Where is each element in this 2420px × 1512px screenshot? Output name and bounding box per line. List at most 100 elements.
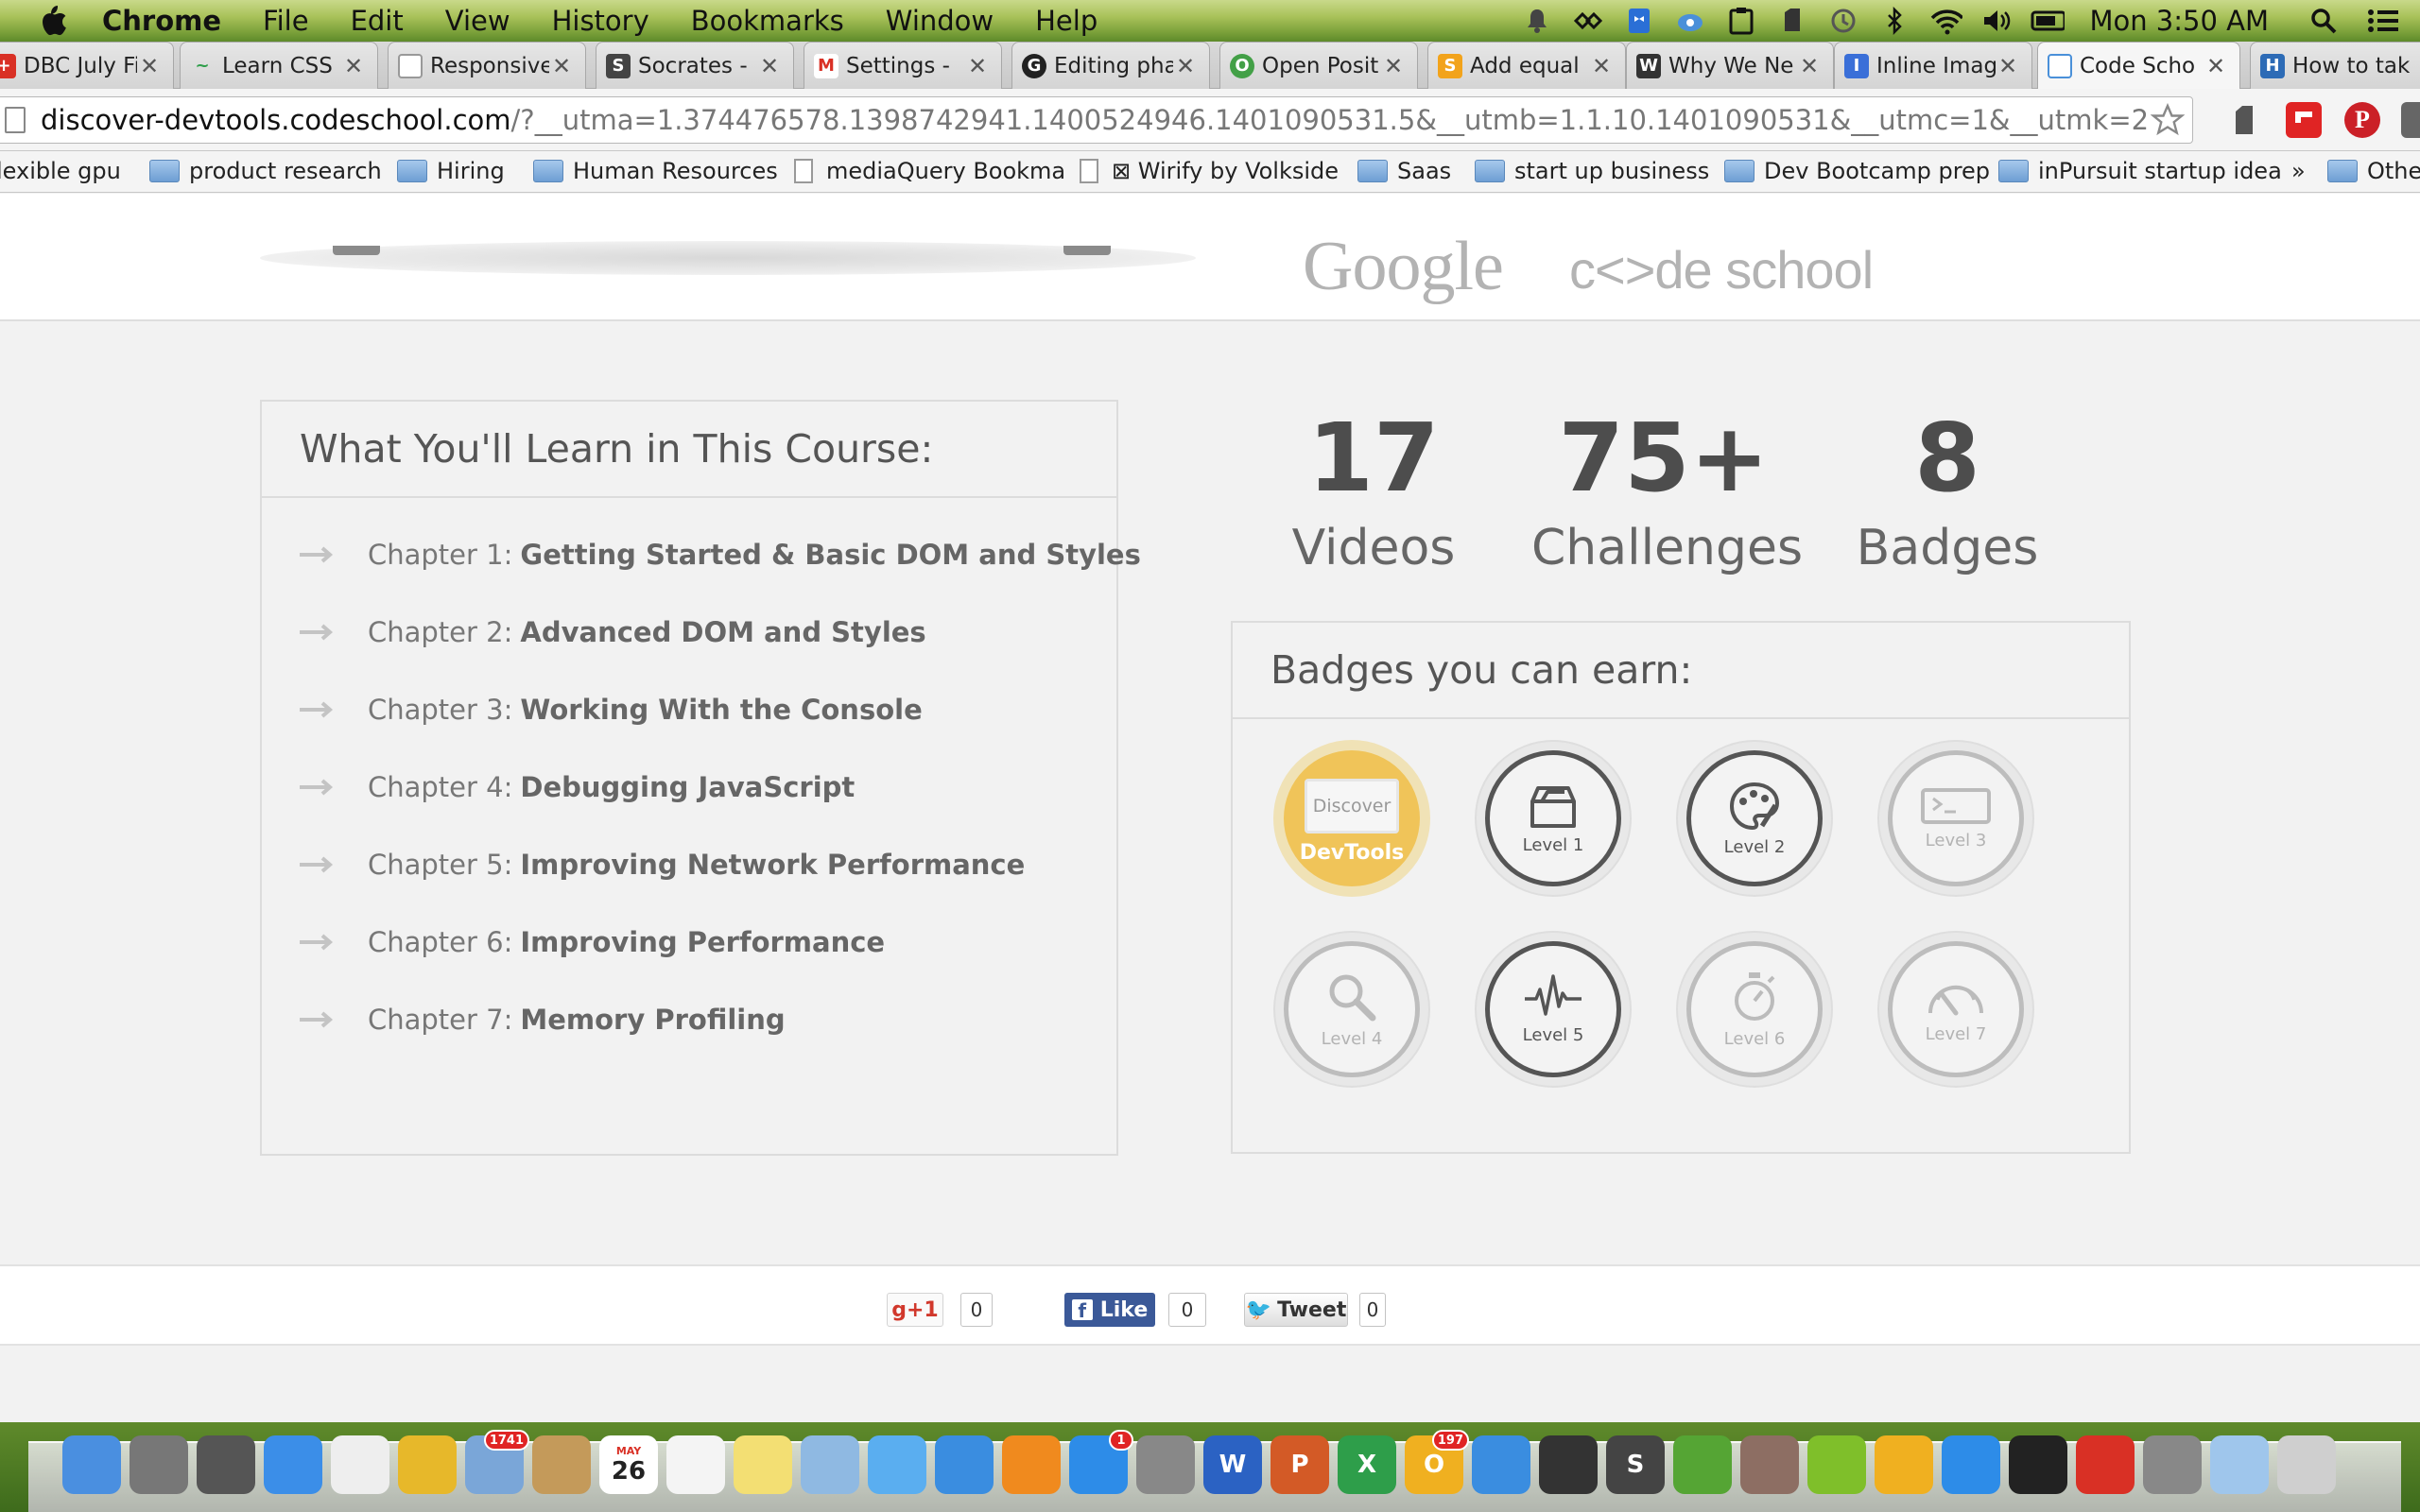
bookmark-folder-inpursuit[interactable]: inPursuit startup idea <box>1998 158 2282 184</box>
menu-bookmarks[interactable]: Bookmarks <box>691 5 844 37</box>
tab-socrates[interactable]: S Socrates - ✕ <box>596 42 794 89</box>
wireless-icon[interactable] <box>1875 1435 1933 1494</box>
spotify-icon[interactable] <box>1807 1435 1866 1494</box>
app-store-icon[interactable]: 1 <box>1069 1430 1133 1494</box>
preview-icon[interactable] <box>801 1435 859 1494</box>
address-bar[interactable]: discover-devtools.codeschool.com/?__utma… <box>0 96 2193 144</box>
google-plus-one-button[interactable]: g+1 <box>887 1293 943 1327</box>
menu-history[interactable]: History <box>552 5 649 37</box>
bookmarks-overflow-chevron-icon[interactable]: » <box>2291 158 2306 184</box>
volume-icon[interactable] <box>1979 4 2014 38</box>
badge-level-3[interactable]: Level 3 <box>1877 740 2034 897</box>
evernote-icon[interactable] <box>1673 1435 1732 1494</box>
tab-close-icon[interactable]: ✕ <box>1381 53 1406 79</box>
evernote-icon[interactable] <box>1775 4 1809 38</box>
battery-icon[interactable] <box>2031 4 2066 38</box>
menu-app-name[interactable]: Chrome <box>102 5 221 37</box>
wifi-icon[interactable] <box>1928 4 1963 38</box>
bookmark-wirify[interactable]: ⊠ Wirify by Volkside <box>1080 158 1339 184</box>
reminders-icon[interactable] <box>666 1435 725 1494</box>
safari-icon[interactable] <box>264 1435 322 1494</box>
badge-level-4[interactable]: Level 4 <box>1273 931 1430 1088</box>
evernote-extension-icon[interactable] <box>2226 102 2262 138</box>
tab-editing[interactable]: G Editing pha ✕ <box>1011 42 1210 89</box>
system-preferences-icon[interactable] <box>1136 1435 1195 1494</box>
tab-code-school[interactable]: Code Scho ✕ <box>2037 42 2240 89</box>
pinterest-extension-icon[interactable]: P <box>2344 102 2380 138</box>
dropbox-icon[interactable] <box>1622 4 1656 38</box>
activity-monitor-icon[interactable] <box>1539 1435 1598 1494</box>
tab-inline-images[interactable]: I Inline Imag ✕ <box>1834 42 2032 89</box>
tab-responsive[interactable]: Responsive ✕ <box>388 42 586 89</box>
menu-help[interactable]: Help <box>1035 5 1098 37</box>
bookmark-folder-saas[interactable]: Saas <box>1357 158 1451 184</box>
tab-learn-css[interactable]: ~ Learn CSS | ✕ <box>180 42 378 89</box>
bookmark-folder-product-research[interactable]: product research <box>149 158 382 184</box>
bluetooth-icon[interactable] <box>1877 4 1911 38</box>
twitter-tweet-button[interactable]: 🐦 Tweet <box>1244 1293 1348 1327</box>
dashboard-icon[interactable] <box>331 1435 389 1494</box>
tab-settings[interactable]: M Settings - ✕ <box>804 42 1002 89</box>
sublime-text-icon[interactable]: S <box>1606 1435 1665 1494</box>
bookmark-folder-dev-bootcamp-prep[interactable]: Dev Bootcamp prep <box>1724 158 1990 184</box>
ibooks-icon[interactable] <box>1002 1435 1061 1494</box>
tab-add-equal[interactable]: S Add equal ✕ <box>1427 42 1626 89</box>
trash-icon[interactable] <box>2277 1435 2336 1494</box>
badge-level-5[interactable]: Level 5 <box>1475 931 1632 1088</box>
time-machine-icon[interactable] <box>1826 4 1860 38</box>
teamviewer-icon[interactable] <box>1942 1435 2000 1494</box>
tab-close-icon[interactable]: ✕ <box>2204 53 2228 79</box>
notes-icon[interactable] <box>734 1435 792 1494</box>
excel-icon[interactable]: X <box>1338 1435 1396 1494</box>
bookmark-folder-hiring[interactable]: Hiring <box>397 158 505 184</box>
notification-center-icon[interactable] <box>2367 4 2401 38</box>
bookmark-star-icon[interactable] <box>2149 101 2187 139</box>
badge-level-1[interactable]: Level 1 <box>1475 740 1632 897</box>
network-globe-icon[interactable] <box>1472 1435 1530 1494</box>
mission-control-icon[interactable] <box>197 1435 255 1494</box>
tab-open-positions[interactable]: O Open Posit ✕ <box>1219 42 1418 89</box>
itunes-icon[interactable] <box>935 1435 994 1494</box>
tab-why-we-need[interactable]: W Why We Ne ✕ <box>1626 42 1834 89</box>
acrobat-icon[interactable] <box>2076 1435 2135 1494</box>
spotlight-search-icon[interactable] <box>2307 4 2341 38</box>
flipboard-extension-icon[interactable] <box>2286 102 2322 138</box>
tab-close-icon[interactable]: ✕ <box>1173 53 1198 79</box>
mail-icon[interactable]: 1741 <box>465 1430 529 1494</box>
word-icon[interactable]: W <box>1203 1435 1262 1494</box>
tab-close-icon[interactable]: ✕ <box>137 53 162 79</box>
launchpad-icon[interactable] <box>130 1435 188 1494</box>
pocket-extension-icon[interactable] <box>2401 102 2420 138</box>
outlook-icon[interactable]: O 197 <box>1405 1430 1469 1494</box>
tab-close-icon[interactable]: ✕ <box>1996 53 2020 79</box>
notification-bell-icon[interactable] <box>1520 4 1554 38</box>
bookmark-mediaquery[interactable]: mediaQuery Bookma <box>794 158 1065 184</box>
apple-menu-icon[interactable] <box>36 4 70 38</box>
menubar-clock[interactable]: Mon 3:50 AM <box>2089 5 2269 37</box>
finder-icon[interactable] <box>62 1435 121 1494</box>
tab-close-icon[interactable]: ✕ <box>965 53 990 79</box>
tab-close-icon[interactable]: ✕ <box>341 53 366 79</box>
menu-file[interactable]: File <box>263 5 309 37</box>
clipboard-icon[interactable] <box>1724 4 1758 38</box>
menu-view[interactable]: View <box>445 5 510 37</box>
badge-level-7[interactable]: Level 7 <box>1877 931 2034 1088</box>
menu-window[interactable]: Window <box>886 5 994 37</box>
badge-level-6[interactable]: Level 6 <box>1676 931 1833 1088</box>
contacts-icon[interactable] <box>532 1435 591 1494</box>
chrome-icon[interactable] <box>398 1435 457 1494</box>
url-text[interactable]: discover-devtools.codeschool.com/?__utma… <box>41 104 2149 136</box>
bookmark-folder-startup-business[interactable]: start up business <box>1475 158 1709 184</box>
downloads-folder-icon[interactable] <box>2210 1435 2269 1494</box>
utilities-icon[interactable] <box>2143 1435 2202 1494</box>
powerpoint-icon[interactable]: P <box>1270 1435 1329 1494</box>
tab-close-icon[interactable]: ✕ <box>757 53 782 79</box>
link-extension-icon[interactable] <box>1571 4 1605 38</box>
tab-how-to-take[interactable]: H How to tak <box>2250 42 2420 89</box>
bookmark-folder-human-resources[interactable]: Human Resources <box>533 158 778 184</box>
calendar-icon[interactable]: MAY 26 <box>599 1435 658 1494</box>
badge-level-2[interactable]: Level 2 <box>1676 740 1833 897</box>
tab-dbc-july[interactable]: + DBC July Fi ✕ <box>0 42 174 89</box>
bookmark-flexible-gpu[interactable]: lexible gpu <box>0 158 121 184</box>
sync-cloud-icon[interactable] <box>1673 4 1707 38</box>
